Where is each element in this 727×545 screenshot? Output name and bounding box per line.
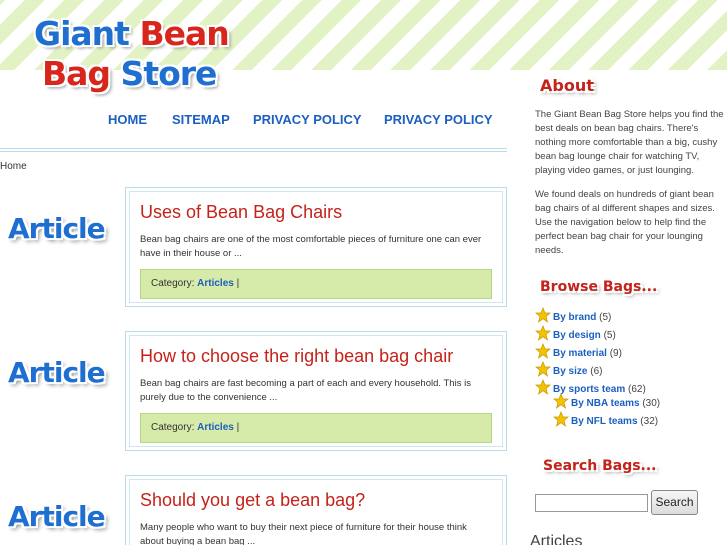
post-category-bar: Category: Articles | — [140, 413, 492, 443]
browse-count: (6) — [590, 366, 603, 377]
nav-divider — [0, 148, 507, 152]
post-excerpt: Bean bag chairs are one of the most comf… — [140, 234, 482, 259]
category-label: Category: — [151, 422, 195, 433]
article-badge: Article — [8, 500, 106, 533]
nav-sitemap[interactable]: SITEMAP — [172, 112, 230, 127]
browse-link-material[interactable]: By material — [553, 348, 607, 359]
browse-count: (9) — [609, 348, 622, 359]
logo-word-store: Store — [120, 54, 218, 93]
main-nav: HOME SITEMAP PRIVACY POLICY PRIVACY POLI… — [0, 112, 507, 134]
article-badge: Article — [8, 356, 106, 389]
category-separator: | — [236, 278, 240, 289]
browse-subitem[interactable]: By NFL teams (32) — [553, 411, 658, 429]
search-button[interactable]: Search — [651, 490, 698, 515]
post-card: Should you get a bean bag? Many people w… — [125, 475, 507, 545]
star-icon — [535, 361, 551, 377]
breadcrumb[interactable]: Home — [0, 161, 27, 172]
search-heading: Search Bags... — [543, 458, 657, 474]
article-badge: Article — [8, 212, 106, 245]
star-icon — [553, 393, 569, 409]
post-title[interactable]: Uses of Bean Bag Chairs — [140, 202, 492, 223]
star-icon — [553, 411, 569, 427]
category-label: Category: — [151, 278, 195, 289]
nav-privacy-policy[interactable]: PRIVACY POLICY — [253, 112, 362, 127]
browse-item[interactable]: By material (9) — [535, 343, 622, 361]
post-card: Uses of Bean Bag Chairs Bean bag chairs … — [125, 187, 507, 307]
browse-subitem[interactable]: By NBA teams (30) — [553, 393, 660, 411]
browse-heading: Browse Bags... — [540, 279, 658, 295]
post-title[interactable]: Should you get a bean bag? — [140, 490, 492, 511]
logo-word-bag: Bag — [42, 54, 111, 93]
browse-count: (5) — [603, 330, 616, 341]
browse-item[interactable]: By design (5) — [535, 325, 616, 343]
logo-word-giant: Giant — [34, 14, 130, 53]
browse-count: (5) — [599, 312, 612, 323]
category-separator: | — [236, 422, 240, 433]
browse-link-brand[interactable]: By brand — [553, 312, 596, 323]
browse-item[interactable]: By size (6) — [535, 361, 602, 379]
browse-link-design[interactable]: By design — [553, 330, 601, 341]
about-text-2: We found deals on hundreds of giant bean… — [535, 189, 715, 256]
category-link[interactable]: Articles — [197, 422, 234, 433]
logo-word-bean: Bean — [139, 14, 229, 53]
post-excerpt: Many people who want to buy their next p… — [140, 522, 467, 545]
star-icon — [535, 325, 551, 341]
browse-count: (30) — [642, 398, 661, 409]
star-icon — [535, 379, 551, 395]
post-category-bar: Category: Articles | — [140, 269, 492, 299]
articles-heading: Articles — [530, 533, 583, 545]
browse-count: (32) — [640, 416, 659, 427]
about-text-1: The Giant Bean Bag Store helps you find … — [535, 109, 724, 176]
search-input[interactable] — [535, 494, 648, 512]
nav-privacy-policy-2[interactable]: PRIVACY POLICY — [384, 112, 493, 127]
nav-home[interactable]: HOME — [108, 112, 147, 127]
browse-item[interactable]: By brand (5) — [535, 307, 611, 325]
post-card: How to choose the right bean bag chair B… — [125, 331, 507, 451]
post-excerpt: Bean bag chairs are fast becoming a part… — [140, 378, 471, 403]
browse-link-size[interactable]: By size — [553, 366, 587, 377]
post-title[interactable]: How to choose the right bean bag chair — [140, 346, 492, 367]
about-heading: About — [540, 76, 594, 95]
browse-link-nfl[interactable]: By NFL teams — [571, 416, 638, 427]
star-icon — [535, 307, 551, 323]
browse-link-nba[interactable]: By NBA teams — [571, 398, 640, 409]
star-icon — [535, 343, 551, 359]
category-link[interactable]: Articles — [197, 278, 234, 289]
